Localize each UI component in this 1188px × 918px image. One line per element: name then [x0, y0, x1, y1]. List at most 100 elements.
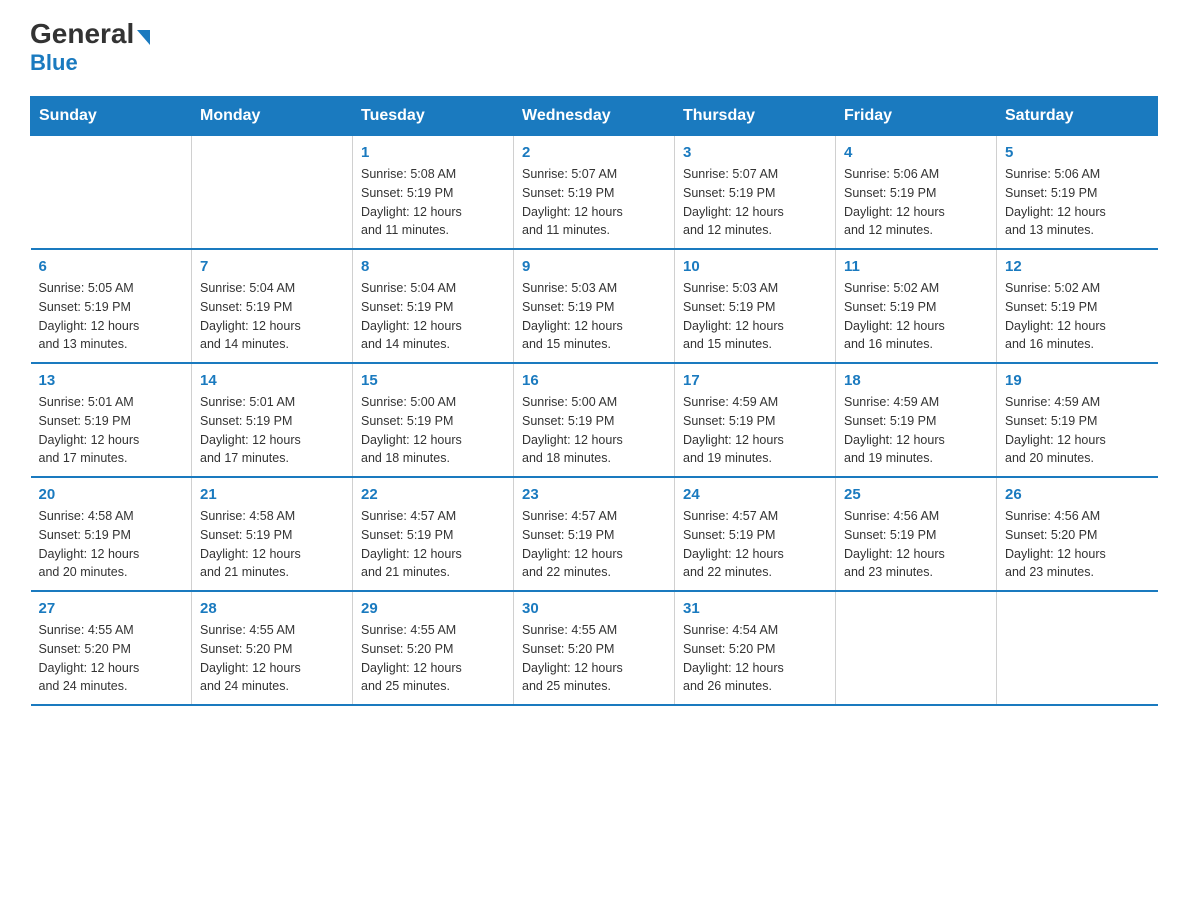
day-info: Sunrise: 4:55 AM Sunset: 5:20 PM Dayligh…	[39, 621, 184, 696]
day-info: Sunrise: 4:57 AM Sunset: 5:19 PM Dayligh…	[361, 507, 505, 582]
day-number: 29	[361, 600, 505, 617]
day-info: Sunrise: 5:01 AM Sunset: 5:19 PM Dayligh…	[39, 393, 184, 468]
week-row-4: 20 Sunrise: 4:58 AM Sunset: 5:19 PM Dayli…	[31, 477, 1158, 591]
day-number: 24	[683, 486, 827, 503]
day-number: 19	[1005, 372, 1150, 389]
day-info: Sunrise: 5:01 AM Sunset: 5:19 PM Dayligh…	[200, 393, 344, 468]
day-cell: 30Sunrise: 4:55 AM Sunset: 5:20 PM Dayli…	[514, 591, 675, 705]
day-info: Sunrise: 5:00 AM Sunset: 5:19 PM Dayligh…	[522, 393, 666, 468]
day-cell: 17 Sunrise: 4:59 AM Sunset: 5:19 PM Dayli…	[675, 363, 836, 477]
day-number: 16	[522, 372, 666, 389]
day-cell	[836, 591, 997, 705]
week-row-2: 6 Sunrise: 5:05 AM Sunset: 5:19 PM Daylig…	[31, 249, 1158, 363]
header-sunday: Sunday	[31, 97, 192, 136]
day-number: 21	[200, 486, 344, 503]
header-thursday: Thursday	[675, 97, 836, 136]
day-cell: 6 Sunrise: 5:05 AM Sunset: 5:19 PM Daylig…	[31, 249, 192, 363]
day-cell: 22Sunrise: 4:57 AM Sunset: 5:19 PM Dayli…	[353, 477, 514, 591]
day-cell	[997, 591, 1158, 705]
day-info: Sunrise: 5:00 AM Sunset: 5:19 PM Dayligh…	[361, 393, 505, 468]
day-number: 31	[683, 600, 827, 617]
day-info: Sunrise: 4:58 AM Sunset: 5:19 PM Dayligh…	[200, 507, 344, 582]
day-cell: 23 Sunrise: 4:57 AM Sunset: 5:19 PM Dayli…	[514, 477, 675, 591]
day-number: 30	[522, 600, 666, 617]
day-info: Sunrise: 4:56 AM Sunset: 5:19 PM Dayligh…	[844, 507, 988, 582]
day-info: Sunrise: 4:56 AM Sunset: 5:20 PM Dayligh…	[1005, 507, 1150, 582]
day-cell: 14 Sunrise: 5:01 AM Sunset: 5:19 PM Dayli…	[192, 363, 353, 477]
day-number: 6	[39, 258, 184, 275]
day-cell: 25 Sunrise: 4:56 AM Sunset: 5:19 PM Dayli…	[836, 477, 997, 591]
header-wednesday: Wednesday	[514, 97, 675, 136]
day-info: Sunrise: 5:04 AM Sunset: 5:19 PM Dayligh…	[200, 279, 344, 354]
day-cell: 21 Sunrise: 4:58 AM Sunset: 5:19 PM Dayli…	[192, 477, 353, 591]
day-number: 18	[844, 372, 988, 389]
day-cell: 10 Sunrise: 5:03 AM Sunset: 5:19 PM Dayli…	[675, 249, 836, 363]
week-row-1: 1Sunrise: 5:08 AM Sunset: 5:19 PM Daylig…	[31, 136, 1158, 250]
day-number: 15	[361, 372, 505, 389]
day-number: 23	[522, 486, 666, 503]
calendar-table: SundayMondayTuesdayWednesdayThursdayFrid…	[30, 96, 1158, 706]
logo: General Blue	[30, 20, 150, 76]
day-cell: 7 Sunrise: 5:04 AM Sunset: 5:19 PM Daylig…	[192, 249, 353, 363]
day-cell: 3 Sunrise: 5:07 AM Sunset: 5:19 PM Daylig…	[675, 136, 836, 250]
day-cell: 19Sunrise: 4:59 AM Sunset: 5:19 PM Dayli…	[997, 363, 1158, 477]
day-info: Sunrise: 5:03 AM Sunset: 5:19 PM Dayligh…	[522, 279, 666, 354]
day-number: 20	[39, 486, 184, 503]
day-cell: 27 Sunrise: 4:55 AM Sunset: 5:20 PM Dayli…	[31, 591, 192, 705]
day-number: 12	[1005, 258, 1150, 275]
day-number: 17	[683, 372, 827, 389]
day-number: 25	[844, 486, 988, 503]
day-number: 26	[1005, 486, 1150, 503]
day-cell: 28Sunrise: 4:55 AM Sunset: 5:20 PM Dayli…	[192, 591, 353, 705]
day-cell: 31 Sunrise: 4:54 AM Sunset: 5:20 PM Dayli…	[675, 591, 836, 705]
day-cell: 12 Sunrise: 5:02 AM Sunset: 5:19 PM Dayli…	[997, 249, 1158, 363]
day-cell: 29Sunrise: 4:55 AM Sunset: 5:20 PM Dayli…	[353, 591, 514, 705]
day-number: 4	[844, 144, 988, 161]
day-number: 8	[361, 258, 505, 275]
day-info: Sunrise: 5:08 AM Sunset: 5:19 PM Dayligh…	[361, 165, 505, 240]
day-info: Sunrise: 5:03 AM Sunset: 5:19 PM Dayligh…	[683, 279, 827, 354]
day-cell: 8Sunrise: 5:04 AM Sunset: 5:19 PM Daylig…	[353, 249, 514, 363]
day-cell: 16 Sunrise: 5:00 AM Sunset: 5:19 PM Dayli…	[514, 363, 675, 477]
week-row-5: 27 Sunrise: 4:55 AM Sunset: 5:20 PM Dayli…	[31, 591, 1158, 705]
header-monday: Monday	[192, 97, 353, 136]
day-info: Sunrise: 4:59 AM Sunset: 5:19 PM Dayligh…	[683, 393, 827, 468]
day-info: Sunrise: 5:07 AM Sunset: 5:19 PM Dayligh…	[522, 165, 666, 240]
day-number: 14	[200, 372, 344, 389]
day-info: Sunrise: 5:06 AM Sunset: 5:19 PM Dayligh…	[844, 165, 988, 240]
day-info: Sunrise: 5:02 AM Sunset: 5:19 PM Dayligh…	[1005, 279, 1150, 354]
day-number: 10	[683, 258, 827, 275]
day-cell: 1Sunrise: 5:08 AM Sunset: 5:19 PM Daylig…	[353, 136, 514, 250]
day-info: Sunrise: 4:57 AM Sunset: 5:19 PM Dayligh…	[683, 507, 827, 582]
day-number: 5	[1005, 144, 1150, 161]
day-cell: 2 Sunrise: 5:07 AM Sunset: 5:19 PM Daylig…	[514, 136, 675, 250]
day-number: 2	[522, 144, 666, 161]
page-header: General Blue	[30, 20, 1158, 76]
day-number: 27	[39, 600, 184, 617]
header-row: SundayMondayTuesdayWednesdayThursdayFrid…	[31, 97, 1158, 136]
week-row-3: 13 Sunrise: 5:01 AM Sunset: 5:19 PM Dayli…	[31, 363, 1158, 477]
day-number: 3	[683, 144, 827, 161]
day-number: 7	[200, 258, 344, 275]
day-cell: 18 Sunrise: 4:59 AM Sunset: 5:19 PM Dayli…	[836, 363, 997, 477]
day-info: Sunrise: 4:59 AM Sunset: 5:19 PM Dayligh…	[844, 393, 988, 468]
day-cell: 26 Sunrise: 4:56 AM Sunset: 5:20 PM Dayli…	[997, 477, 1158, 591]
day-cell: 24 Sunrise: 4:57 AM Sunset: 5:19 PM Dayli…	[675, 477, 836, 591]
day-cell: 13 Sunrise: 5:01 AM Sunset: 5:19 PM Dayli…	[31, 363, 192, 477]
logo-general: General	[30, 20, 150, 48]
day-info: Sunrise: 5:02 AM Sunset: 5:19 PM Dayligh…	[844, 279, 988, 354]
logo-blue: Blue	[30, 50, 78, 76]
day-info: Sunrise: 5:06 AM Sunset: 5:19 PM Dayligh…	[1005, 165, 1150, 240]
day-info: Sunrise: 5:05 AM Sunset: 5:19 PM Dayligh…	[39, 279, 184, 354]
header-saturday: Saturday	[997, 97, 1158, 136]
day-cell	[192, 136, 353, 250]
day-cell: 9Sunrise: 5:03 AM Sunset: 5:19 PM Daylig…	[514, 249, 675, 363]
day-info: Sunrise: 5:07 AM Sunset: 5:19 PM Dayligh…	[683, 165, 827, 240]
day-cell: 5 Sunrise: 5:06 AM Sunset: 5:19 PM Daylig…	[997, 136, 1158, 250]
day-info: Sunrise: 4:55 AM Sunset: 5:20 PM Dayligh…	[200, 621, 344, 696]
day-info: Sunrise: 4:54 AM Sunset: 5:20 PM Dayligh…	[683, 621, 827, 696]
day-info: Sunrise: 4:57 AM Sunset: 5:19 PM Dayligh…	[522, 507, 666, 582]
day-number: 13	[39, 372, 184, 389]
day-cell: 20 Sunrise: 4:58 AM Sunset: 5:19 PM Dayli…	[31, 477, 192, 591]
day-info: Sunrise: 4:58 AM Sunset: 5:19 PM Dayligh…	[39, 507, 184, 582]
